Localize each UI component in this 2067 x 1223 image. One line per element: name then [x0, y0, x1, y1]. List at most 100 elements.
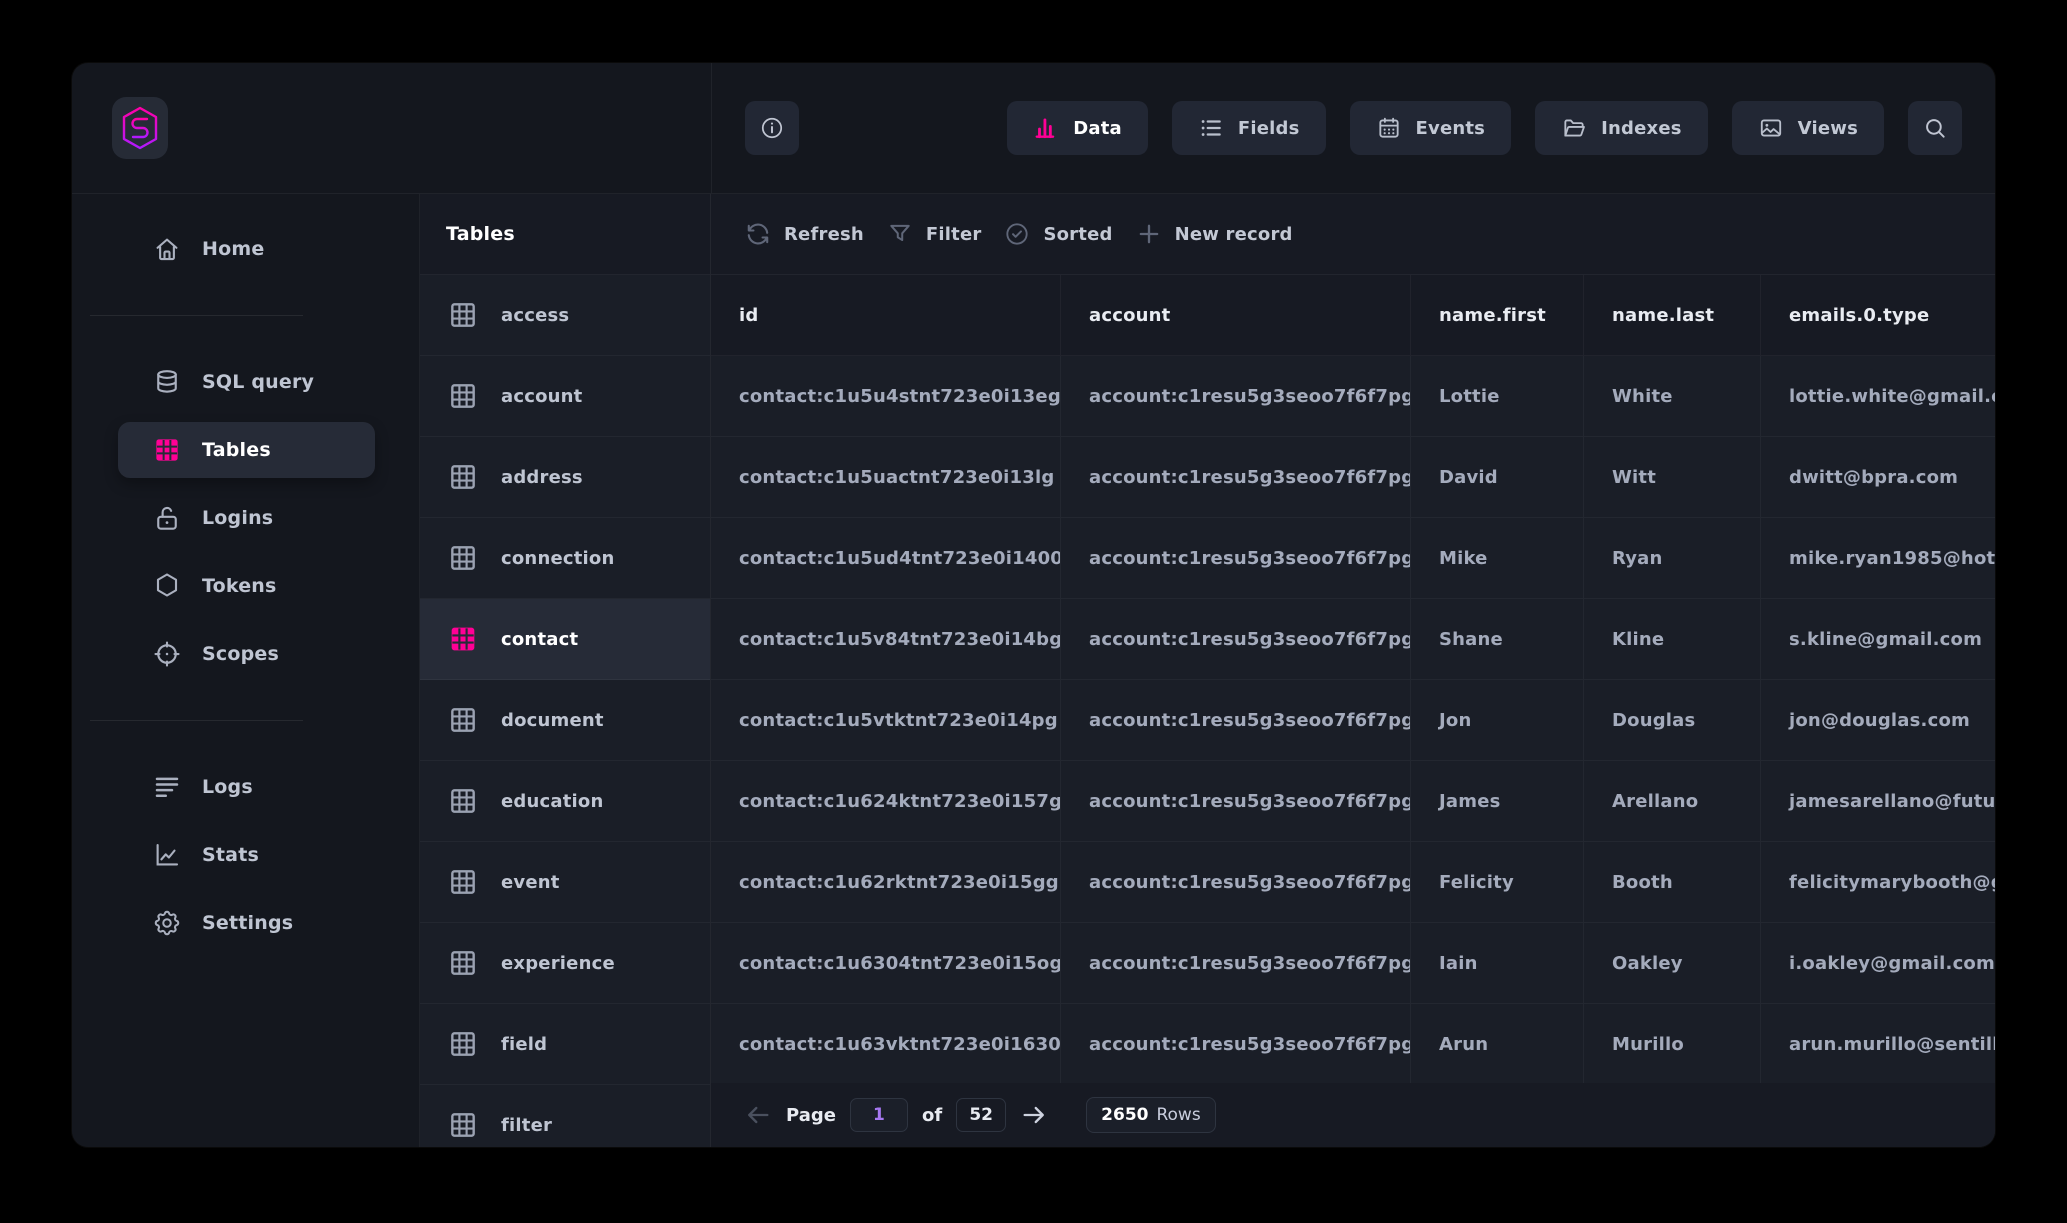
table-list-item-document[interactable]: document	[420, 680, 710, 761]
cell-account[interactable]: account:c1resu5g3seoo7f6f7pg	[1061, 680, 1411, 760]
table-row[interactable]: contact:c1u63vktnt723e0i1630 account:c1r…	[711, 1004, 1995, 1083]
table-row[interactable]: contact:c1u5u4stnt723e0i13eg account:c1r…	[711, 356, 1995, 437]
cell-name-first[interactable]: Arun	[1411, 1004, 1584, 1083]
cell-email[interactable]: i.oakley@gmail.com	[1761, 923, 1995, 1003]
cell-email[interactable]: dwitt@bpra.com	[1761, 437, 1995, 517]
image-icon	[1758, 115, 1784, 141]
cell-name-first[interactable]: James	[1411, 761, 1584, 841]
table-row[interactable]: contact:c1u5vtktnt723e0i14pg account:c1r…	[711, 680, 1995, 761]
table-grid-icon	[447, 623, 479, 655]
cell-email[interactable]: jon@douglas.com	[1761, 680, 1995, 760]
cell-email[interactable]: arun.murillo@sentillion	[1761, 1004, 1995, 1083]
cell-email[interactable]: s.kline@gmail.com	[1761, 599, 1995, 679]
cell-name-last[interactable]: White	[1584, 356, 1761, 436]
cell-name-last[interactable]: Arellano	[1584, 761, 1761, 841]
column-header-name-last[interactable]: name.last	[1584, 275, 1761, 355]
table-list-item-access[interactable]: access	[420, 275, 710, 356]
info-button[interactable]	[745, 101, 799, 155]
cell-name-first[interactable]: Mike	[1411, 518, 1584, 598]
cell-name-first[interactable]: Iain	[1411, 923, 1584, 1003]
home-icon	[152, 234, 182, 264]
table-row[interactable]: contact:c1u624ktnt723e0i157g account:c1r…	[711, 761, 1995, 842]
record-explorer: Refresh Filter Sorted	[711, 194, 1995, 1147]
sidebar-item-home[interactable]: Home	[118, 221, 375, 277]
cell-id[interactable]: contact:c1u5uactnt723e0i13lg	[711, 437, 1061, 517]
toolbar-label: Refresh	[784, 224, 864, 245]
cell-name-first[interactable]: Felicity	[1411, 842, 1584, 922]
table-list-item-event[interactable]: event	[420, 842, 710, 923]
tab-indexes[interactable]: Indexes	[1535, 101, 1708, 155]
table-list-item-address[interactable]: address	[420, 437, 710, 518]
cell-id[interactable]: contact:c1u6304tnt723e0i15og	[711, 923, 1061, 1003]
table-list-item-field[interactable]: field	[420, 1004, 710, 1085]
previous-page-button[interactable]	[744, 1101, 772, 1129]
cell-account[interactable]: account:c1resu5g3seoo7f6f7pg	[1061, 599, 1411, 679]
cell-name-last[interactable]: Witt	[1584, 437, 1761, 517]
tab-data[interactable]: Data	[1007, 101, 1148, 155]
table-row[interactable]: contact:c1u6304tnt723e0i15og account:c1r…	[711, 923, 1995, 1004]
tab-events[interactable]: Events	[1350, 101, 1512, 155]
sidebar-item-sql-query[interactable]: SQL query	[118, 354, 375, 410]
cell-name-first[interactable]: Jon	[1411, 680, 1584, 760]
cell-name-first[interactable]: Lottie	[1411, 356, 1584, 436]
sidebar-item-logs[interactable]: Logs	[118, 759, 375, 815]
table-row[interactable]: contact:c1u5v84tnt723e0i14bg account:c1r…	[711, 599, 1995, 680]
search-button[interactable]	[1908, 101, 1962, 155]
column-header-id[interactable]: id	[711, 275, 1061, 355]
cell-name-first[interactable]: David	[1411, 437, 1584, 517]
table-row[interactable]: contact:c1u5ud4tnt723e0i1400 account:c1r…	[711, 518, 1995, 599]
table-list-item-education[interactable]: education	[420, 761, 710, 842]
sidebar-item-tables[interactable]: Tables	[118, 422, 375, 478]
cell-name-first[interactable]: Shane	[1411, 599, 1584, 679]
cell-account[interactable]: account:c1resu5g3seoo7f6f7pg	[1061, 923, 1411, 1003]
cell-account[interactable]: account:c1resu5g3seoo7f6f7pg	[1061, 437, 1411, 517]
refresh-button[interactable]: Refresh	[744, 220, 864, 248]
cell-id[interactable]: contact:c1u5u4stnt723e0i13eg	[711, 356, 1061, 436]
cell-id[interactable]: contact:c1u5vtktnt723e0i14pg	[711, 680, 1061, 760]
column-header-account[interactable]: account	[1061, 275, 1411, 355]
new-record-button[interactable]: New record	[1135, 220, 1293, 248]
sorted-button[interactable]: Sorted	[1003, 220, 1112, 248]
cell-id[interactable]: contact:c1u624ktnt723e0i157g	[711, 761, 1061, 841]
sidebar-item-tokens[interactable]: Tokens	[118, 558, 375, 614]
page-number-input[interactable]	[850, 1098, 908, 1132]
sidebar-item-stats[interactable]: Stats	[118, 827, 375, 883]
cell-account[interactable]: account:c1resu5g3seoo7f6f7pg	[1061, 518, 1411, 598]
cell-account[interactable]: account:c1resu5g3seoo7f6f7pg	[1061, 356, 1411, 436]
cell-name-last[interactable]: Ryan	[1584, 518, 1761, 598]
table-row[interactable]: contact:c1u62rktnt723e0i15gg account:c1r…	[711, 842, 1995, 923]
table-list-item-experience[interactable]: experience	[420, 923, 710, 1004]
cell-email[interactable]: mike.ryan1985@hotmail.com	[1761, 518, 1995, 598]
sidebar-item-logins[interactable]: Logins	[118, 490, 375, 546]
table-list-item-connection[interactable]: connection	[420, 518, 710, 599]
cell-email[interactable]: felicitymarybooth@gmail.com	[1761, 842, 1995, 922]
table-list-item-account[interactable]: account	[420, 356, 710, 437]
table-list-item-filter[interactable]: filter	[420, 1085, 710, 1147]
cell-id[interactable]: contact:c1u62rktnt723e0i15gg	[711, 842, 1061, 922]
column-header-name-first[interactable]: name.first	[1411, 275, 1584, 355]
cell-id[interactable]: contact:c1u63vktnt723e0i1630	[711, 1004, 1061, 1083]
filter-button[interactable]: Filter	[886, 220, 982, 248]
table-row[interactable]: contact:c1u5uactnt723e0i13lg account:c1r…	[711, 437, 1995, 518]
pagination-bar: Page of 52 2650 Rows	[711, 1083, 1995, 1147]
cell-name-last[interactable]: Oakley	[1584, 923, 1761, 1003]
cell-account[interactable]: account:c1resu5g3seoo7f6f7pg	[1061, 1004, 1411, 1083]
cell-email[interactable]: lottie.white@gmail.com	[1761, 356, 1995, 436]
app-logo-button[interactable]	[112, 97, 168, 159]
cell-id[interactable]: contact:c1u5ud4tnt723e0i1400	[711, 518, 1061, 598]
tab-views[interactable]: Views	[1732, 101, 1884, 155]
cell-name-last[interactable]: Kline	[1584, 599, 1761, 679]
cell-account[interactable]: account:c1resu5g3seoo7f6f7pg	[1061, 842, 1411, 922]
column-header-emails-type[interactable]: emails.0.type	[1761, 275, 1995, 355]
cell-name-last[interactable]: Murillo	[1584, 1004, 1761, 1083]
sidebar-item-settings[interactable]: Settings	[118, 895, 375, 951]
cell-name-last[interactable]: Douglas	[1584, 680, 1761, 760]
table-list-item-contact[interactable]: contact	[420, 599, 710, 680]
cell-account[interactable]: account:c1resu5g3seoo7f6f7pg	[1061, 761, 1411, 841]
next-page-button[interactable]	[1020, 1101, 1048, 1129]
sidebar-item-scopes[interactable]: Scopes	[118, 626, 375, 682]
cell-email[interactable]: jamesarellano@futureworks	[1761, 761, 1995, 841]
cell-id[interactable]: contact:c1u5v84tnt723e0i14bg	[711, 599, 1061, 679]
tab-fields[interactable]: Fields	[1172, 101, 1326, 155]
cell-name-last[interactable]: Booth	[1584, 842, 1761, 922]
